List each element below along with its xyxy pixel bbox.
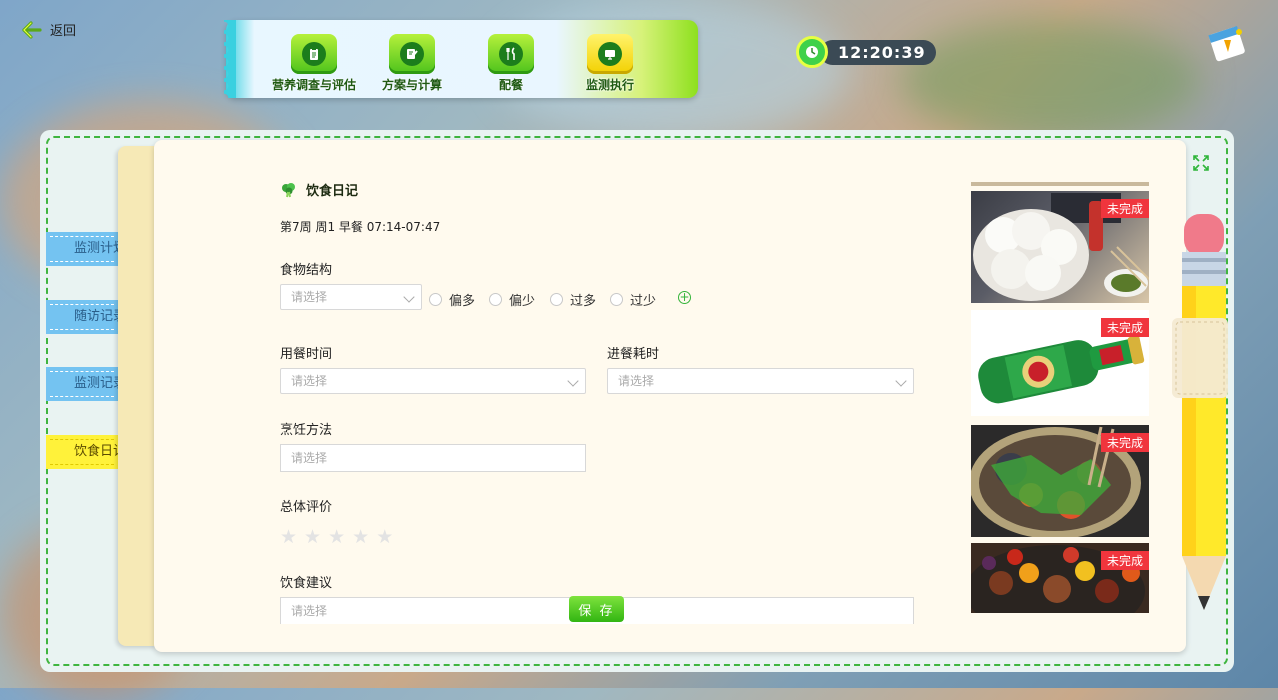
section-title: 饮食日记 [280,180,920,199]
save-button[interactable]: 保 存 [569,596,624,622]
clipboard-icon [291,34,337,74]
notice-calendar-icon[interactable] [1204,20,1250,66]
notebook-binding [118,146,158,646]
radio-label: 偏少 [509,294,536,309]
eating-duration-select[interactable]: 请选择 [607,368,914,394]
monitor-icon [587,34,633,74]
status-badge: 未完成 [1100,433,1149,452]
clock: 12:20:39 [796,36,936,68]
radio-option-less[interactable]: 偏少 [489,290,535,309]
meal-time-select[interactable]: 请选择 [280,368,586,394]
nav-item-plan[interactable]: 方案与计算 [364,34,460,93]
fork-knife-icon [488,34,534,74]
star-icon[interactable]: ★ [376,528,393,547]
radio-circle[interactable] [550,293,563,306]
nav-item-monitor[interactable]: 监测执行 [562,34,658,93]
tab-stitch [50,236,114,262]
diet-diary-form: 饮食日记 [280,180,920,199]
overall-rating-label: 总体评价 [280,500,333,515]
nav-label: 监测执行 [585,78,634,92]
add-circle-icon[interactable]: + [678,291,691,304]
photo-partial [971,182,1149,186]
food-structure-label: 食物结构 [280,263,333,278]
pencil-icon [1172,214,1228,610]
photo-card[interactable]: 未完成 [971,191,1149,303]
radio-label: 偏多 [449,294,476,309]
radio-option-too-much[interactable]: 过多 [550,290,596,309]
tab-stitch [50,304,114,330]
radio-label: 过多 [570,294,597,309]
side-tab-monitor-record[interactable]: 监测记录 [46,367,126,401]
side-tab-monitor-plan[interactable]: 监测计划 [46,232,126,266]
nav-label: 配餐 [498,78,523,92]
radio-option-more[interactable]: 偏多 [429,290,475,309]
tab-stitch [50,371,114,397]
side-tab-diet-diary[interactable]: 饮食日记 [46,435,126,469]
status-badge: 未完成 [1100,551,1149,570]
section-title-text: 饮食日记 [306,184,359,199]
cooking-method-label: 烹饪方法 [280,423,333,438]
diet-advice-placeholder: 请选择 [291,604,328,618]
side-tab-followup-record[interactable]: 随访记录 [46,300,126,334]
star-icon[interactable]: ★ [280,528,297,547]
background-decoration [900,20,1200,140]
radio-circle[interactable] [489,293,502,306]
top-navigation: 营养调查与评估 方案与计算 配餐 监测执行 [224,20,698,98]
radio-label: 过少 [630,294,657,309]
radio-circle[interactable] [429,293,442,306]
eating-duration-placeholder: 请选择 [618,374,655,388]
chevron-down-icon [895,375,907,387]
photo-card[interactable]: 未完成 [971,310,1149,416]
clock-time: 12:20:39 [820,39,936,65]
radio-option-too-little[interactable]: 过少 [610,290,656,309]
food-structure-placeholder: 请选择 [291,290,328,304]
chevron-down-icon [567,375,579,387]
broccoli-icon [282,182,295,197]
tab-stitch [50,439,114,465]
star-icon[interactable]: ★ [328,528,345,547]
eating-duration-label: 进餐耗时 [607,347,660,362]
nav-decoration [224,20,236,98]
status-badge: 未完成 [1100,318,1149,337]
cooking-method-placeholder: 请选择 [291,451,328,465]
photo-card[interactable]: 未完成 [971,543,1149,613]
alarm-clock-icon [796,36,828,68]
meal-info: 第7周 周1 早餐 07:14-07:47 [280,220,441,234]
fullscreen-icon[interactable] [1192,154,1210,172]
meal-time-placeholder: 请选择 [291,374,328,388]
star-icon[interactable]: ★ [304,528,321,547]
food-structure-select[interactable]: 请选择 [280,284,422,310]
star-icon[interactable]: ★ [352,528,369,547]
radio-circle[interactable] [610,293,623,306]
status-badge: 未完成 [1100,199,1149,218]
meal-time-label: 用餐时间 [280,347,333,362]
nav-item-survey[interactable]: 营养调查与评估 [266,34,362,93]
nav-label: 营养调查与评估 [271,78,356,92]
edit-document-icon [389,34,435,74]
back-button[interactable]: 返回 [22,20,76,39]
chevron-down-icon [403,291,415,303]
rating-stars[interactable]: ★ ★ ★ ★ ★ [280,528,393,547]
nav-item-meal[interactable]: 配餐 [463,34,559,93]
nav-label: 方案与计算 [381,78,442,92]
cooking-method-input[interactable]: 请选择 [280,444,586,472]
back-label: 返回 [50,24,77,39]
arrow-left-icon [22,20,42,39]
diet-advice-label: 饮食建议 [280,576,333,591]
photo-card[interactable]: 未完成 [971,425,1149,537]
